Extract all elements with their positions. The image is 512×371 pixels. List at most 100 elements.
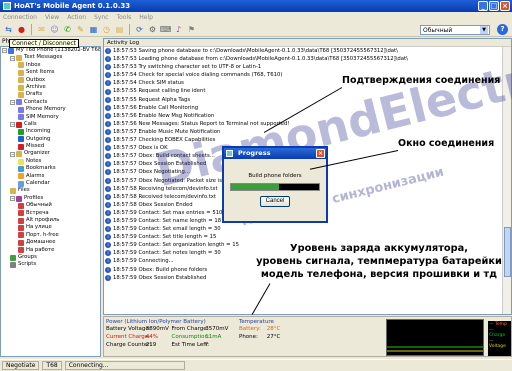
menu-action[interactable]: Action xyxy=(67,14,86,21)
tree-expander-icon[interactable]: − xyxy=(10,122,15,128)
progress-dialog: Progress × Build phone folders Cancel xyxy=(222,146,328,223)
info-icon: i xyxy=(105,234,111,241)
tree-item[interactable]: − Text Messages xyxy=(1,54,100,62)
cancel-button[interactable]: Cancel xyxy=(260,196,290,207)
tree-expander-icon[interactable]: − xyxy=(10,151,15,157)
tree-item[interactable]: Groups xyxy=(1,254,100,261)
tree-item[interactable]: Notes xyxy=(1,158,100,165)
window-title: HoAT's Mobile Agent 0.1.0.33 xyxy=(14,2,131,10)
tree-expander-icon[interactable]: − xyxy=(10,99,15,105)
tree-item[interactable]: Files xyxy=(1,187,100,195)
tree-item[interactable]: Встреча xyxy=(1,210,100,217)
tree-item-label: Contacts xyxy=(24,98,48,105)
incoming-call-icon xyxy=(18,128,24,135)
tree-item[interactable]: Alt профиль xyxy=(1,217,100,224)
settings-icon[interactable]: ⚙ xyxy=(147,24,158,35)
tree-item-label: Outbox xyxy=(26,76,46,83)
info-icon: i xyxy=(105,274,111,281)
call-icon[interactable]: ✆ xyxy=(62,24,73,35)
log-entry: i 18:57:59 Contact: Set email length = 30 xyxy=(104,225,511,233)
progress-dialog-titlebar: Progress × xyxy=(224,148,326,159)
dialog-close-button[interactable]: × xyxy=(316,149,325,158)
tree-item-label: Organizer xyxy=(24,150,50,157)
tree-item-label: Files xyxy=(18,187,30,194)
info-icon: i xyxy=(105,64,111,71)
tree-item-label: Calendar xyxy=(26,180,50,187)
tree-item[interactable]: Inbox xyxy=(1,62,100,69)
tree-item[interactable]: Outbox xyxy=(1,77,100,84)
activity-log-scrollbar[interactable] xyxy=(502,47,511,314)
tree-item[interactable]: На работе xyxy=(1,247,100,254)
files-icon[interactable]: ▤ xyxy=(114,24,125,35)
tree-item[interactable]: − My T68 Phone (1138202-BV T68) xyxy=(1,47,100,54)
maximize-button[interactable]: □ xyxy=(489,1,499,11)
connect-icon[interactable]: ⇆ xyxy=(3,24,14,35)
activity-log-title: Activity Log xyxy=(104,39,511,47)
info-icon: i xyxy=(105,177,111,184)
sent-icon xyxy=(18,69,24,76)
files-icon xyxy=(10,188,16,195)
close-button[interactable]: × xyxy=(500,1,510,11)
log-entry-text: 18:57:55 Request Alpha Tags xyxy=(113,96,191,103)
contacts-icon[interactable]: ☺ xyxy=(49,24,60,35)
log-entry: i 18:57:59 Contact: Set title length = 15 xyxy=(104,233,511,241)
calendar-icon[interactable]: ▦ xyxy=(88,24,99,35)
minimize-button[interactable]: _ xyxy=(478,1,488,11)
alarm-icon xyxy=(18,173,24,180)
battery-temp-row: Battery: 28°C xyxy=(239,325,280,333)
tree-expander-icon[interactable]: − xyxy=(10,55,15,61)
tree-item[interactable]: Порт. h-free xyxy=(1,232,100,239)
tree-expander-icon[interactable]: − xyxy=(10,196,15,201)
tree-item[interactable]: Alarms xyxy=(1,173,100,180)
temperature-group: Temperature Battery: 28°C Phone: 27°C xyxy=(239,319,280,341)
menu-view[interactable]: View xyxy=(45,14,59,21)
tree-item[interactable]: Outgoing xyxy=(1,136,100,143)
alarm-icon[interactable]: ◷ xyxy=(101,24,112,35)
chevron-down-icon[interactable]: ▼ xyxy=(480,26,488,34)
profile-icon xyxy=(18,202,24,209)
tree-item[interactable]: Drafts xyxy=(1,91,100,99)
tree-item[interactable]: Phone Memory xyxy=(1,106,100,113)
menu-sync[interactable]: Sync xyxy=(94,14,108,21)
menu-tools[interactable]: Tools xyxy=(116,14,131,21)
phone-tree[interactable]: − My T68 Phone (1138202-BV T68) − Text Mess… xyxy=(0,46,101,357)
tree-item[interactable]: Missed xyxy=(1,143,100,150)
graph-legend: — Temp — Charge — Voltage xyxy=(488,321,511,356)
info-icon: i xyxy=(105,201,111,208)
new-message-icon[interactable]: ✉ xyxy=(36,24,47,35)
script-icon[interactable]: ⚑ xyxy=(186,24,197,35)
tree-item[interactable]: Incoming xyxy=(1,128,100,135)
tree-item[interactable]: Scripts xyxy=(1,261,100,269)
tree-item[interactable]: Calendar xyxy=(1,180,100,187)
tooltip: Connect / Disconnect xyxy=(9,39,79,48)
log-entry-text: 18:57:54 Check for special voice dialing… xyxy=(113,72,283,79)
info-icon: i xyxy=(105,104,111,111)
log-entry: i 18:57:54 Check for special voice dialin… xyxy=(104,71,511,79)
remote-icon[interactable]: ⌨ xyxy=(160,24,172,35)
menu-connection[interactable]: Connection xyxy=(3,14,37,21)
tree-item[interactable]: На улице xyxy=(1,224,100,232)
log-entry-text: 18:57:57 Obex is OK xyxy=(113,145,168,152)
tree-item[interactable]: − Contacts xyxy=(1,99,100,106)
scrollbar-thumb[interactable] xyxy=(504,227,511,277)
disconnect-icon[interactable]: ● xyxy=(16,24,27,35)
tree-item[interactable]: Домашнее xyxy=(1,239,100,246)
info-icon: i xyxy=(105,80,111,87)
tree-item[interactable]: − Organizer xyxy=(1,150,100,158)
tree-expander-icon[interactable]: − xyxy=(2,48,7,54)
tree-item[interactable]: Bookmarks xyxy=(1,165,100,172)
menu-help[interactable]: Help xyxy=(139,14,153,21)
status-panel: Power (Lithium Ion/Polymer Battery) Batt… xyxy=(103,316,512,357)
help-button[interactable]: ? xyxy=(497,24,508,35)
sync-icon[interactable]: ⟳ xyxy=(134,24,145,35)
notes-icon[interactable]: ✎ xyxy=(75,24,86,35)
profile-select-value: Обычный xyxy=(423,26,453,34)
battery-voltage-row: Battery Voltage: 3890mV From Charge: 357… xyxy=(106,325,228,333)
tree-item[interactable]: Обычный xyxy=(1,202,100,209)
tree-item[interactable]: − Calls xyxy=(1,121,100,128)
music-icon[interactable]: ♪ xyxy=(173,24,184,35)
profile-select[interactable]: Обычный ▼ xyxy=(420,25,490,35)
tree-item[interactable]: SIM Memory xyxy=(1,114,100,121)
tree-item[interactable]: Sent Items xyxy=(1,69,100,76)
tree-item[interactable]: Archive xyxy=(1,84,100,91)
